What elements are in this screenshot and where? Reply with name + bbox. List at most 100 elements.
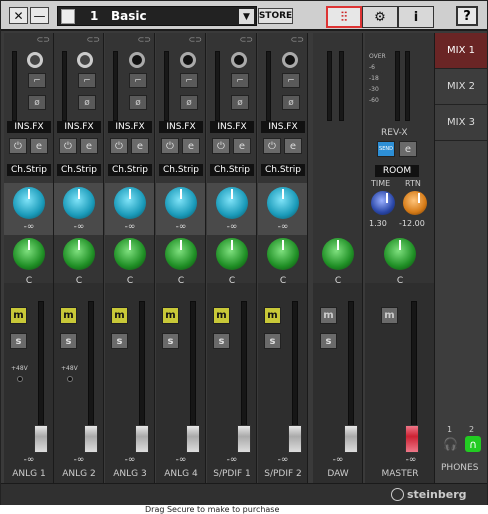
ins-fx-edit-button[interactable]: e bbox=[80, 138, 98, 154]
phase-button[interactable]: ø bbox=[78, 95, 96, 110]
ins-fx-edit-button[interactable]: e bbox=[131, 138, 149, 154]
reverb-send-knob[interactable] bbox=[13, 187, 45, 219]
minimize-button[interactable]: — bbox=[30, 7, 49, 24]
mute-button[interactable]: m bbox=[60, 307, 77, 324]
ins-fx-edit-button[interactable]: e bbox=[30, 138, 48, 154]
solo-button[interactable]: s bbox=[213, 333, 230, 349]
link-icon[interactable]: ⊂⊃ bbox=[240, 35, 253, 44]
phase-button[interactable]: ø bbox=[231, 95, 249, 110]
daw-mute-button[interactable]: m bbox=[320, 307, 337, 324]
link-icon[interactable]: ⊂⊃ bbox=[291, 35, 304, 44]
hi-pass-button[interactable]: ⌐ bbox=[129, 73, 147, 88]
channel-fader[interactable] bbox=[135, 425, 149, 453]
master-send-knob[interactable] bbox=[384, 238, 416, 270]
master-channel-name: MASTER bbox=[381, 469, 419, 479]
pan-knob[interactable] bbox=[114, 238, 146, 270]
edit-reverb-button[interactable]: e bbox=[399, 141, 417, 157]
phase-button[interactable]: ø bbox=[282, 95, 300, 110]
daw-send-knob[interactable] bbox=[322, 238, 354, 270]
solo-button[interactable]: s bbox=[10, 333, 27, 349]
preset-selector[interactable]: 1 Basic ▼ bbox=[57, 6, 257, 26]
solo-button[interactable]: s bbox=[111, 333, 128, 349]
solo-button[interactable]: s bbox=[162, 333, 179, 349]
pan-knob[interactable] bbox=[216, 238, 248, 270]
ch-strip-label: Ch.Strip bbox=[159, 164, 203, 176]
hi-pass-button[interactable]: ⌐ bbox=[282, 73, 300, 88]
daw-send-value: C bbox=[334, 276, 342, 286]
mute-button[interactable]: m bbox=[264, 307, 281, 324]
reverb-send-knob[interactable] bbox=[63, 187, 95, 219]
hi-pass-button[interactable]: ⌐ bbox=[231, 73, 249, 88]
reverb-return-value: -12.00 bbox=[399, 219, 425, 228]
master-fader[interactable] bbox=[405, 425, 419, 453]
phones-1-icon[interactable]: 🎧 bbox=[443, 437, 458, 451]
channel-fader[interactable] bbox=[186, 425, 200, 453]
settings-tab[interactable]: ⚙ bbox=[362, 6, 398, 28]
channel-fader[interactable] bbox=[288, 425, 302, 453]
ins-fx-edit-button[interactable]: e bbox=[182, 138, 200, 154]
power-icon: ⏻ bbox=[64, 140, 72, 152]
mute-button[interactable]: m bbox=[213, 307, 230, 324]
reverb-return-knob[interactable] bbox=[403, 191, 427, 215]
mute-button[interactable]: m bbox=[162, 307, 179, 324]
channel-fader[interactable] bbox=[34, 425, 48, 453]
solo-button[interactable]: s bbox=[264, 333, 281, 349]
link-icon[interactable]: ⊂⊃ bbox=[37, 35, 50, 44]
pan-knob[interactable] bbox=[63, 238, 95, 270]
send-button[interactable]: SEND bbox=[377, 141, 395, 157]
master-mute-button[interactable]: m bbox=[381, 307, 398, 324]
pan-knob[interactable] bbox=[13, 238, 45, 270]
mixer-view-tab[interactable]: ⫶⫶ bbox=[326, 6, 362, 28]
ins-fx-power-button[interactable]: ⏻ bbox=[110, 138, 128, 154]
phones-2-icon[interactable]: ∩ bbox=[465, 436, 481, 452]
store-button[interactable]: STORE bbox=[258, 8, 293, 24]
reverb-time-knob[interactable] bbox=[371, 191, 395, 215]
ins-fx-edit-button[interactable]: e bbox=[284, 138, 302, 154]
reverb-send-knob[interactable] bbox=[165, 187, 197, 219]
channel-meter bbox=[266, 51, 271, 121]
fader-value: -∞ bbox=[73, 455, 85, 465]
ins-fx-power-button[interactable]: ⏻ bbox=[212, 138, 230, 154]
ins-fx-power-button[interactable]: ⏻ bbox=[263, 138, 281, 154]
channel-name: ANLG 3 bbox=[113, 469, 147, 479]
steinberg-logo-icon bbox=[391, 488, 404, 501]
dropdown-arrow-icon[interactable]: ▼ bbox=[239, 9, 254, 24]
pan-knob[interactable] bbox=[267, 238, 299, 270]
link-icon[interactable]: ⊂⊃ bbox=[138, 35, 151, 44]
tab-mix-3[interactable]: MIX 3 bbox=[435, 105, 487, 141]
mute-button[interactable]: m bbox=[111, 307, 128, 324]
hi-pass-button[interactable]: ⌐ bbox=[78, 73, 96, 88]
daw-fader[interactable] bbox=[344, 425, 358, 453]
tab-mix-2[interactable]: MIX 2 bbox=[435, 69, 487, 105]
help-button[interactable]: ? bbox=[456, 6, 478, 26]
fader-value: -∞ bbox=[277, 455, 289, 465]
info-tab[interactable]: i bbox=[398, 6, 434, 28]
link-icon[interactable]: ⊂⊃ bbox=[189, 35, 202, 44]
phase-button[interactable]: ø bbox=[28, 95, 46, 110]
reverb-time-value: 1.30 bbox=[369, 219, 387, 228]
ins-fx-edit-button[interactable]: e bbox=[233, 138, 251, 154]
hi-pass-button[interactable]: ⌐ bbox=[28, 73, 46, 88]
phase-icon: ø bbox=[237, 97, 243, 108]
reverb-send-knob[interactable] bbox=[216, 187, 248, 219]
phantom-power-indicator[interactable] bbox=[67, 376, 73, 382]
solo-button[interactable]: s bbox=[60, 333, 77, 349]
ins-fx-power-button[interactable]: ⏻ bbox=[161, 138, 179, 154]
daw-solo-button[interactable]: s bbox=[320, 333, 337, 349]
tab-mix-1[interactable]: MIX 1 bbox=[435, 33, 487, 69]
link-icon[interactable]: ⊂⊃ bbox=[87, 35, 100, 44]
channel-fader[interactable] bbox=[237, 425, 251, 453]
reverb-type[interactable]: ROOM bbox=[375, 165, 419, 177]
phase-button[interactable]: ø bbox=[129, 95, 147, 110]
reverb-send-knob[interactable] bbox=[114, 187, 146, 219]
mute-button[interactable]: m bbox=[10, 307, 27, 324]
phase-button[interactable]: ø bbox=[180, 95, 198, 110]
ins-fx-power-button[interactable]: ⏻ bbox=[9, 138, 27, 154]
ins-fx-power-button[interactable]: ⏻ bbox=[59, 138, 77, 154]
hi-pass-button[interactable]: ⌐ bbox=[180, 73, 198, 88]
phantom-power-indicator[interactable] bbox=[17, 376, 23, 382]
reverb-send-knob[interactable] bbox=[267, 187, 299, 219]
channel-fader[interactable] bbox=[84, 425, 98, 453]
pan-knob[interactable] bbox=[165, 238, 197, 270]
close-button[interactable]: ✕ bbox=[9, 7, 28, 24]
